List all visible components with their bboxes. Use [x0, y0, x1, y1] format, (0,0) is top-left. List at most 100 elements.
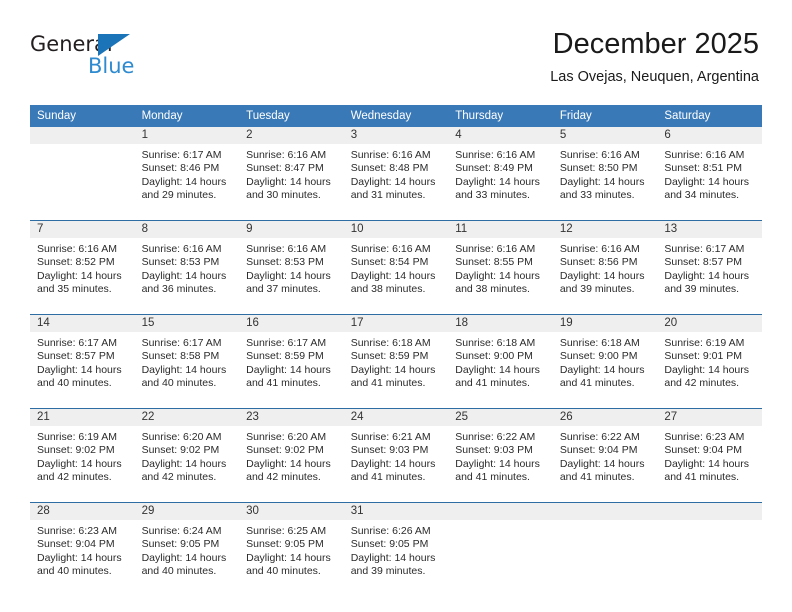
calendar-day-cell[interactable]: 24 Sunrise: 6:21 AM Sunset: 9:03 PM Dayligh…: [343, 408, 449, 503]
day-number: 28: [30, 503, 135, 520]
daylight-text-line2: and 31 minutes.: [350, 189, 426, 202]
day-number: 9: [239, 221, 344, 238]
calendar-day-cell[interactable]: 17 Sunrise: 6:18 AM Sunset: 8:59 PM Dayligh…: [343, 314, 449, 409]
calendar-day-cell[interactable]: 22 Sunrise: 6:20 AM Sunset: 9:02 PM Dayligh…: [134, 408, 240, 503]
daylight-text-line1: Daylight: 14 hours: [350, 457, 436, 470]
day-detail: Sunrise: 6:16 AM Sunset: 8:49 PM Daylight:…: [448, 144, 553, 220]
day-detail: Sunrise: 6:18 AM Sunset: 8:59 PM Daylight:…: [344, 332, 449, 408]
daylight-text-line2: and 42 minutes.: [141, 471, 217, 484]
calendar-day-cell[interactable]: 10 Sunrise: 6:16 AM Sunset: 8:54 PM Dayligh…: [343, 220, 449, 315]
sunrise-text: Sunrise: 6:16 AM: [455, 149, 536, 161]
calendar-day-cell[interactable]: 3 Sunrise: 6:16 AM Sunset: 8:48 PM Daylight…: [343, 127, 449, 221]
calendar-day-cell[interactable]: 20 Sunrise: 6:19 AM Sunset: 9:01 PM Dayligh…: [657, 314, 762, 409]
day-number: 26: [552, 409, 658, 426]
calendar-day-cell[interactable]: 21 Sunrise: 6:19 AM Sunset: 9:02 PM Dayligh…: [30, 408, 135, 503]
calendar-day-cell[interactable]: 12 Sunrise: 6:16 AM Sunset: 8:56 PM Dayligh…: [552, 220, 658, 315]
daylight-text-line2: and 41 minutes.: [350, 471, 426, 484]
day-number: 21: [30, 409, 135, 426]
daylight-text-line1: Daylight: 14 hours: [350, 269, 436, 282]
general-blue-logo[interactable]: General Blue: [30, 32, 170, 88]
day-number: 31: [343, 503, 449, 520]
weekday-header-wednesday: Wednesday: [343, 105, 449, 127]
sunrise-text: Sunrise: 6:24 AM: [141, 525, 222, 537]
sunset-text: Sunset: 8:59 PM: [350, 350, 429, 363]
day-number: 5: [552, 127, 658, 144]
weekday-header-sunday: Sunday: [30, 105, 135, 127]
daylight-text-line2: and 33 minutes.: [455, 189, 530, 202]
day-detail: Sunrise: 6:16 AM Sunset: 8:51 PM Daylight:…: [657, 144, 762, 220]
sunset-text: Sunset: 9:00 PM: [455, 350, 533, 363]
calendar-day-cell[interactable]: 16 Sunrise: 6:17 AM Sunset: 8:59 PM Dayligh…: [239, 314, 344, 409]
calendar-day-cell-empty: [448, 502, 553, 596]
daylight-text-line1: Daylight: 14 hours: [559, 269, 645, 282]
calendar-day-cell[interactable]: 25 Sunrise: 6:22 AM Sunset: 9:03 PM Dayligh…: [448, 408, 553, 503]
calendar-day-cell[interactable]: 1 Sunrise: 6:17 AM Sunset: 8:46 PM Daylight…: [134, 127, 240, 221]
day-number: 4: [448, 127, 553, 144]
day-detail: Sunrise: 6:16 AM Sunset: 8:54 PM Daylight:…: [344, 238, 449, 314]
daylight-text-line1: Daylight: 14 hours: [350, 363, 436, 376]
day-detail: Sunrise: 6:17 AM Sunset: 8:59 PM Daylight:…: [239, 332, 344, 408]
calendar-day-cell-empty: [657, 502, 762, 596]
sunrise-text: Sunrise: 6:16 AM: [559, 149, 640, 161]
calendar-day-cell[interactable]: 31 Sunrise: 6:26 AM Sunset: 9:05 PM Dayligh…: [343, 502, 449, 596]
day-number: 30: [239, 503, 344, 520]
title-block: December 2025 Las Ovejas, Neuquen, Argen…: [550, 26, 759, 88]
day-number: 22: [134, 409, 240, 426]
page-subtitle: Las Ovejas, Neuquen, Argentina: [550, 69, 759, 85]
day-detail: Sunrise: 6:25 AM Sunset: 9:05 PM Daylight:…: [239, 520, 344, 596]
daylight-text-line1: Daylight: 14 hours: [141, 551, 227, 564]
day-detail: Sunrise: 6:22 AM Sunset: 9:03 PM Daylight:…: [448, 426, 553, 502]
daylight-text-line2: and 39 minutes.: [350, 565, 426, 578]
calendar-day-cell[interactable]: 11 Sunrise: 6:16 AM Sunset: 8:55 PM Dayligh…: [448, 220, 553, 315]
calendar-day-cell[interactable]: 5 Sunrise: 6:16 AM Sunset: 8:50 PM Daylight…: [552, 127, 658, 221]
calendar-day-cell[interactable]: 13 Sunrise: 6:17 AM Sunset: 8:57 PM Dayligh…: [657, 220, 762, 315]
day-detail: Sunrise: 6:23 AM Sunset: 9:04 PM Daylight:…: [30, 520, 135, 596]
day-number: 16: [239, 315, 344, 332]
sunset-text: Sunset: 8:56 PM: [559, 256, 638, 269]
calendar-day-cell[interactable]: 4 Sunrise: 6:16 AM Sunset: 8:49 PM Daylight…: [448, 127, 553, 221]
day-detail: Sunrise: 6:26 AM Sunset: 9:05 PM Daylight:…: [344, 520, 449, 596]
calendar-day-cell[interactable]: 19 Sunrise: 6:18 AM Sunset: 9:00 PM Dayligh…: [552, 314, 658, 409]
daylight-text-line1: Daylight: 14 hours: [37, 269, 122, 282]
calendar-day-cell[interactable]: 9 Sunrise: 6:16 AM Sunset: 8:53 PM Daylight…: [239, 220, 344, 315]
calendar-day-cell[interactable]: 26 Sunrise: 6:22 AM Sunset: 9:04 PM Dayligh…: [552, 408, 658, 503]
sunrise-text: Sunrise: 6:19 AM: [664, 337, 745, 349]
calendar-day-cell[interactable]: 30 Sunrise: 6:25 AM Sunset: 9:05 PM Dayligh…: [239, 502, 344, 596]
day-number: 12: [552, 221, 658, 238]
sunrise-text: Sunrise: 6:22 AM: [455, 431, 536, 443]
day-detail: Sunrise: 6:16 AM Sunset: 8:50 PM Daylight:…: [553, 144, 658, 220]
day-detail: Sunrise: 6:17 AM Sunset: 8:46 PM Daylight:…: [135, 144, 240, 220]
calendar-day-cell[interactable]: 28 Sunrise: 6:23 AM Sunset: 9:04 PM Dayligh…: [30, 502, 135, 596]
calendar-day-cell[interactable]: 7 Sunrise: 6:16 AM Sunset: 8:52 PM Daylight…: [30, 220, 135, 315]
daylight-text-line1: Daylight: 14 hours: [246, 175, 331, 188]
daylight-text-line2: and 41 minutes.: [246, 377, 321, 390]
sunrise-text: Sunrise: 6:16 AM: [246, 243, 327, 255]
day-detail: Sunrise: 6:19 AM Sunset: 9:01 PM Daylight:…: [657, 332, 762, 408]
calendar-day-cell[interactable]: 18 Sunrise: 6:18 AM Sunset: 9:00 PM Dayligh…: [448, 314, 553, 409]
daylight-text-line2: and 38 minutes.: [455, 283, 530, 296]
daylight-text-line1: Daylight: 14 hours: [664, 175, 750, 188]
sunrise-text: Sunrise: 6:17 AM: [37, 337, 117, 349]
calendar-day-cell[interactable]: 14 Sunrise: 6:17 AM Sunset: 8:57 PM Dayligh…: [30, 314, 135, 409]
calendar-day-cell[interactable]: 6 Sunrise: 6:16 AM Sunset: 8:51 PM Daylight…: [657, 127, 762, 221]
calendar-day-cell-empty: [30, 127, 135, 221]
daylight-text-line2: and 42 minutes.: [37, 471, 112, 484]
calendar-day-cell[interactable]: 15 Sunrise: 6:17 AM Sunset: 8:58 PM Dayligh…: [134, 314, 240, 409]
logo-text-blue: Blue: [88, 54, 135, 78]
day-detail: Sunrise: 6:18 AM Sunset: 9:00 PM Daylight:…: [448, 332, 553, 408]
calendar-day-cell[interactable]: 29 Sunrise: 6:24 AM Sunset: 9:05 PM Dayligh…: [134, 502, 240, 596]
calendar-day-cell[interactable]: 27 Sunrise: 6:23 AM Sunset: 9:04 PM Dayligh…: [657, 408, 762, 503]
daylight-text-line1: Daylight: 14 hours: [664, 457, 750, 470]
day-number: 20: [657, 315, 762, 332]
calendar-grid: Sunday Monday Tuesday Wednesday Thursday…: [30, 105, 762, 596]
sunset-text: Sunset: 9:05 PM: [246, 538, 324, 551]
calendar-day-cell[interactable]: 8 Sunrise: 6:16 AM Sunset: 8:53 PM Daylight…: [134, 220, 240, 315]
daylight-text-line1: Daylight: 14 hours: [141, 175, 227, 188]
day-detail: Sunrise: 6:16 AM Sunset: 8:56 PM Daylight:…: [553, 238, 658, 314]
daylight-text-line2: and 40 minutes.: [37, 565, 112, 578]
sunrise-text: Sunrise: 6:23 AM: [664, 431, 745, 443]
calendar-day-cell[interactable]: 23 Sunrise: 6:20 AM Sunset: 9:02 PM Dayligh…: [239, 408, 344, 503]
calendar-day-cell[interactable]: 2 Sunrise: 6:16 AM Sunset: 8:47 PM Daylight…: [239, 127, 344, 221]
daylight-text-line2: and 41 minutes.: [350, 377, 426, 390]
day-number: 17: [343, 315, 449, 332]
